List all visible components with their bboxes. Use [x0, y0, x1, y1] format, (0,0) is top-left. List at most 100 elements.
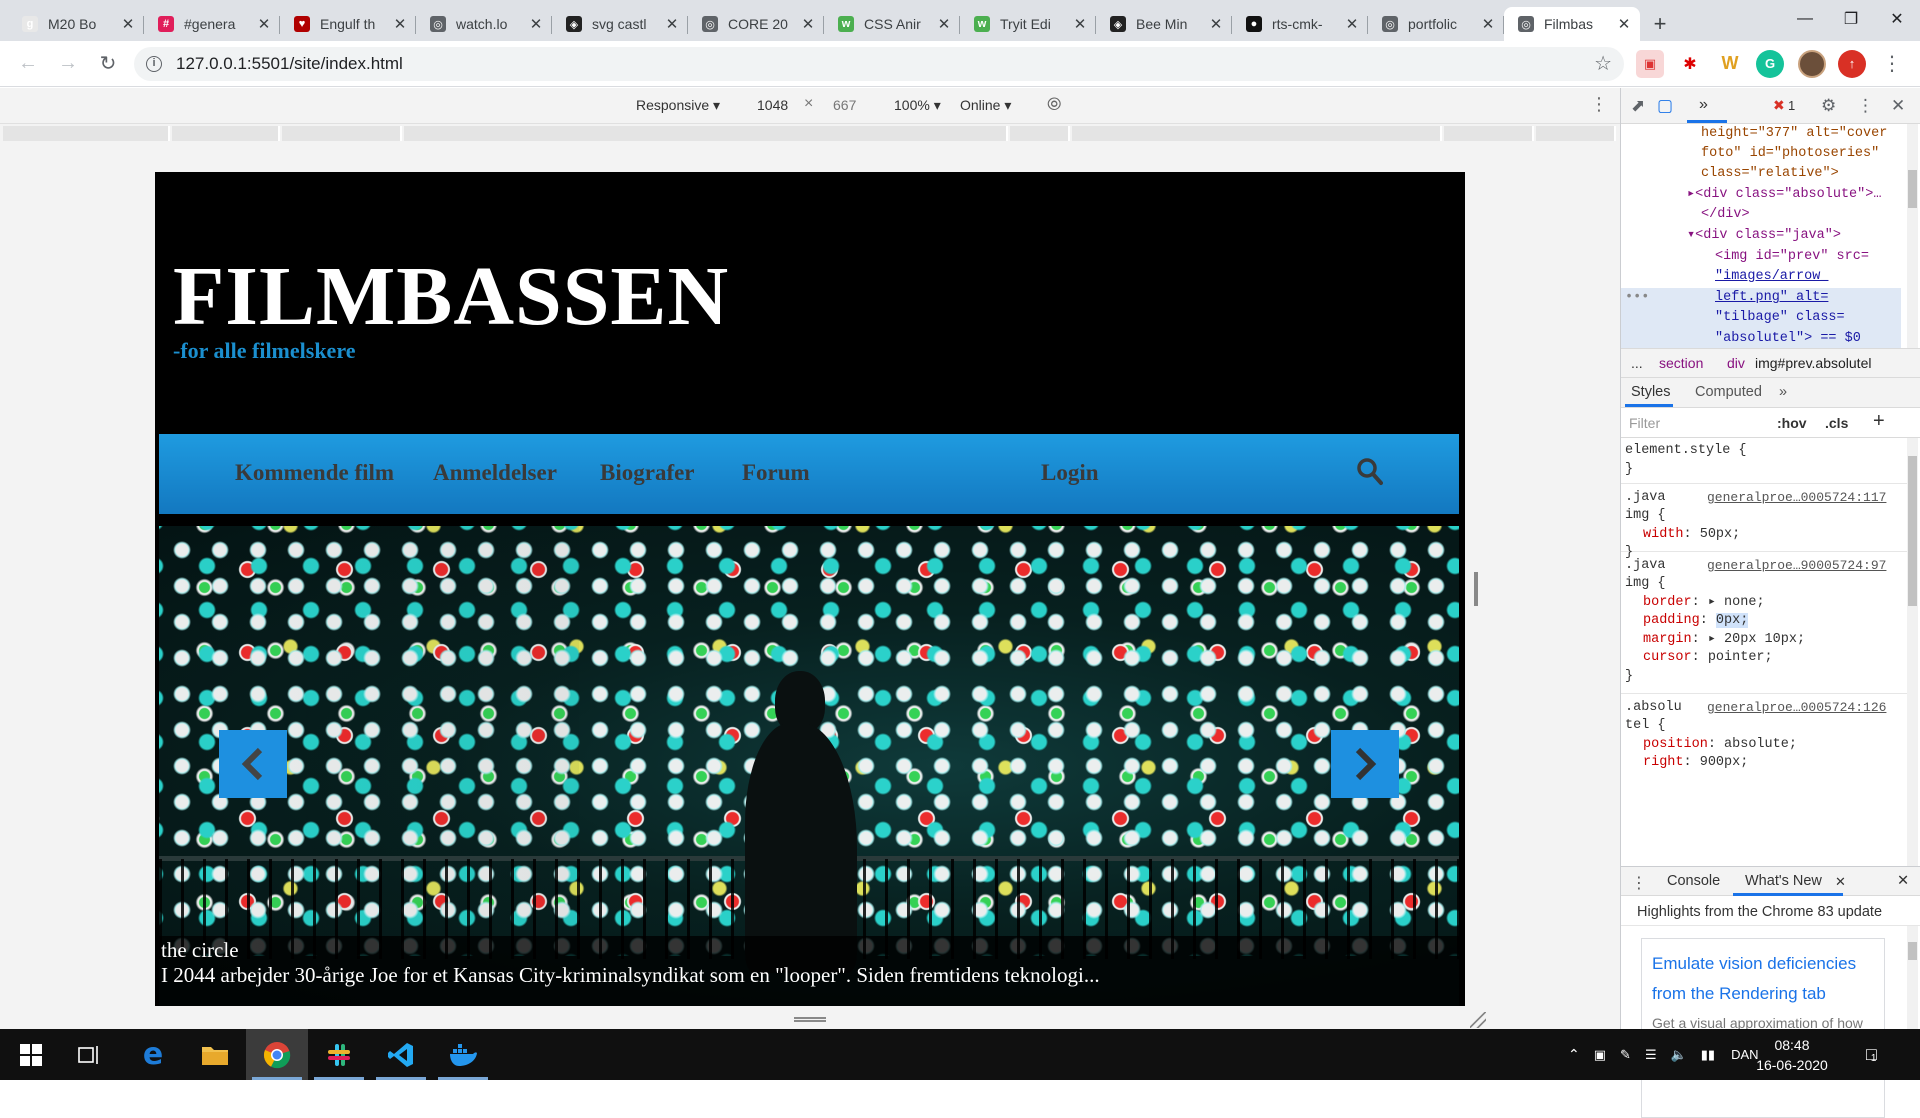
- viewport-width-input[interactable]: 1048: [757, 97, 788, 113]
- address-bar[interactable]: i 127.0.0.1:5501/site/index.html ☆: [134, 46, 1624, 81]
- taskbar-edge[interactable]: e: [122, 1029, 184, 1080]
- dom-line[interactable]: foto" id="photoseries": [1701, 144, 1879, 165]
- wifi-icon[interactable]: ☰: [1645, 1047, 1657, 1063]
- media-query-bar[interactable]: [0, 124, 1620, 146]
- carousel-prev-button[interactable]: [219, 730, 287, 798]
- close-tab-icon[interactable]: ✕: [1072, 15, 1088, 33]
- site-brand[interactable]: FILMBASSEN: [173, 248, 729, 345]
- dom-line[interactable]: class="relative">: [1701, 164, 1839, 185]
- nav-link-forum[interactable]: Forum: [742, 460, 810, 486]
- inspect-element-icon[interactable]: ⬈: [1631, 96, 1645, 116]
- search-icon[interactable]: [1357, 458, 1383, 486]
- browser-tab[interactable]: g M20 Bo ✕: [8, 7, 144, 41]
- whats-new-card[interactable]: Emulate vision deficiencies from the Ren…: [1641, 938, 1885, 1118]
- viewport-resize-handle-corner[interactable]: [1470, 1012, 1486, 1028]
- browser-tab[interactable]: ◎ CORE 20 ✕: [688, 7, 824, 41]
- forward-button[interactable]: →: [48, 44, 88, 84]
- dom-line-link[interactable]: "images/arrow_: [1715, 267, 1828, 288]
- stylesheet-link[interactable]: generalproe…0005724:117: [1707, 489, 1886, 508]
- nav-link-anmeldelser[interactable]: Anmeldelser: [433, 460, 557, 486]
- tray-network-monitor-icon[interactable]: ▣: [1594, 1047, 1606, 1063]
- close-tab-icon[interactable]: ✕: [1344, 15, 1360, 33]
- chrome-menu-icon[interactable]: ⋮: [1882, 54, 1902, 74]
- update-icon[interactable]: ↑: [1838, 49, 1866, 78]
- browser-tab[interactable]: ◈ Bee Min ✕: [1096, 7, 1232, 41]
- new-tab-button[interactable]: +: [1640, 7, 1680, 41]
- url-text[interactable]: 127.0.0.1:5501/site/index.html: [176, 54, 1594, 74]
- close-window-button[interactable]: ✕: [1874, 0, 1920, 38]
- close-tab-icon[interactable]: ✕: [1835, 874, 1846, 890]
- breadcrumb-img[interactable]: img#prev.absolutel: [1755, 355, 1871, 371]
- close-tab-icon[interactable]: ✕: [664, 15, 680, 33]
- taskbar-chrome[interactable]: [246, 1029, 308, 1080]
- taskbar-docker[interactable]: [432, 1029, 494, 1080]
- css-value[interactable]: pointer;: [1708, 650, 1773, 665]
- whats-new-card-title[interactable]: Emulate vision deficiencies from the Ren…: [1652, 949, 1874, 1009]
- close-tab-icon[interactable]: ✕: [528, 15, 544, 33]
- device-more-icon[interactable]: ⋮: [1590, 94, 1608, 115]
- devtools-menu-icon[interactable]: ⋮: [1857, 96, 1874, 116]
- browser-tab[interactable]: ◎ watch.lo ✕: [416, 7, 552, 41]
- rotate-icon[interactable]: ⦾: [1047, 94, 1061, 115]
- task-view-button[interactable]: [58, 1029, 120, 1080]
- cls-toggle[interactable]: .cls: [1825, 415, 1848, 431]
- taskbar-clock[interactable]: 08:48 16-06-2020: [1752, 1035, 1832, 1075]
- css-value[interactable]: ▸ 20px 10px;: [1708, 632, 1805, 647]
- movie-title[interactable]: the circle: [161, 938, 1457, 963]
- browser-tab[interactable]: ● rts-cmk- ✕: [1232, 7, 1368, 41]
- nav-link-login[interactable]: Login: [1041, 460, 1099, 486]
- css-property[interactable]: width: [1643, 527, 1684, 542]
- dom-line-selected[interactable]: <img id="prev" src=: [1715, 247, 1869, 268]
- device-mode-select[interactable]: Responsive ▾: [636, 97, 720, 114]
- browser-tab[interactable]: w CSS Anir ✕: [824, 7, 960, 41]
- whats-new-scrollbar[interactable]: [1907, 926, 1918, 1029]
- tray-overflow-icon[interactable]: ⌃: [1568, 1046, 1580, 1063]
- viewport-resize-handle-right[interactable]: [1474, 572, 1478, 606]
- browser-tab[interactable]: # #genera ✕: [144, 7, 280, 41]
- volume-icon[interactable]: 🔈: [1671, 1047, 1687, 1063]
- dom-line[interactable]: </div>: [1701, 205, 1750, 226]
- css-property[interactable]: border: [1643, 595, 1692, 610]
- hov-toggle[interactable]: :hov: [1777, 415, 1807, 431]
- viewport-height-input[interactable]: 667: [833, 97, 856, 113]
- css-property[interactable]: position: [1643, 737, 1708, 752]
- network-throttle-select[interactable]: Online ▾: [960, 97, 1011, 114]
- dom-line[interactable]: "absolutel"> == $0: [1715, 329, 1861, 348]
- new-rule-icon[interactable]: +: [1873, 410, 1885, 433]
- dom-line[interactable]: ▸<div class="absolute">…: [1687, 185, 1881, 206]
- close-tab-icon[interactable]: ✕: [1480, 15, 1496, 33]
- tab-console[interactable]: Console: [1667, 873, 1720, 889]
- tab-styles[interactable]: Styles: [1631, 384, 1671, 400]
- tab-more[interactable]: »: [1779, 384, 1787, 400]
- close-drawer-icon[interactable]: ✕: [1897, 873, 1909, 889]
- device-toggle-icon[interactable]: ▢: [1657, 96, 1673, 116]
- browser-tab[interactable]: w Tryit Edi ✕: [960, 7, 1096, 41]
- css-value[interactable]: ▸ none;: [1708, 595, 1765, 610]
- dom-line[interactable]: height="377" alt="cover: [1701, 124, 1887, 145]
- tab-whats-new[interactable]: What's New: [1745, 873, 1822, 889]
- profile-avatar[interactable]: [1798, 49, 1826, 78]
- browser-tab[interactable]: ◈ svg castl ✕: [552, 7, 688, 41]
- css-property[interactable]: cursor: [1643, 650, 1692, 665]
- nav-link-biografer[interactable]: Biografer: [600, 460, 695, 486]
- css-property[interactable]: margin: [1643, 632, 1692, 647]
- css-value-editing[interactable]: 0px;: [1715, 613, 1749, 628]
- browser-tab[interactable]: ◎ Filmbas ✕: [1504, 7, 1640, 41]
- more-panels-icon[interactable]: »: [1699, 96, 1708, 114]
- drawer-menu-icon[interactable]: ⋮: [1631, 873, 1647, 893]
- close-tab-icon[interactable]: ✕: [800, 15, 816, 33]
- close-tab-icon[interactable]: ✕: [1616, 15, 1632, 33]
- bookmark-star-icon[interactable]: ☆: [1594, 51, 1612, 76]
- stylesheet-link[interactable]: generalproe…0005724:126: [1707, 699, 1886, 718]
- dom-line[interactable]: ▾<div class="java">: [1687, 226, 1841, 247]
- close-devtools-icon[interactable]: ✕: [1891, 96, 1905, 116]
- back-button[interactable]: ←: [8, 44, 48, 84]
- settings-gear-icon[interactable]: ⚙: [1821, 96, 1836, 116]
- taskbar-vscode[interactable]: [370, 1029, 432, 1080]
- breadcrumb-section[interactable]: section: [1659, 355, 1703, 371]
- close-tab-icon[interactable]: ✕: [120, 15, 136, 33]
- browser-tab[interactable]: ♥ Engulf th ✕: [280, 7, 416, 41]
- extension-w-icon[interactable]: W: [1716, 49, 1744, 78]
- dom-line[interactable]: "tilbage" class=: [1715, 308, 1845, 329]
- extension-grammarly-icon[interactable]: G: [1756, 49, 1784, 78]
